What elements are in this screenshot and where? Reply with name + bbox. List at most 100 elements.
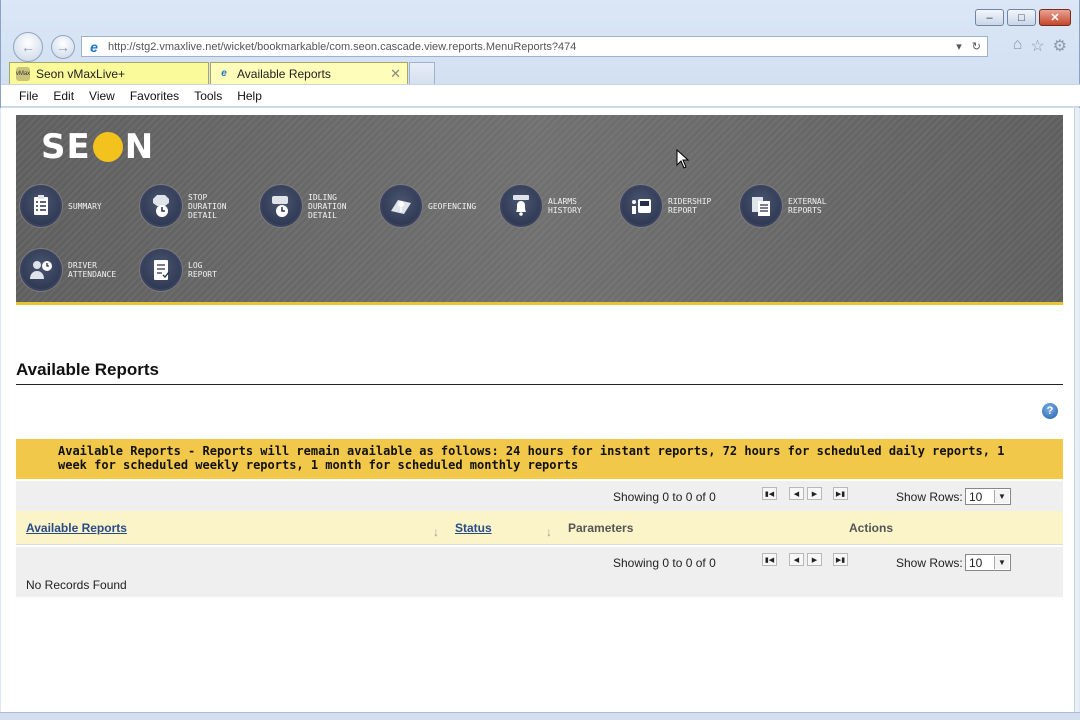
report-ridership-report[interactable]: RIDERSHIP REPORT <box>620 185 728 227</box>
column-status[interactable]: Status <box>455 521 492 535</box>
column-available-reports[interactable]: Available Reports <box>26 521 127 535</box>
column-actions: Actions <box>849 521 894 535</box>
rider-bus-icon <box>620 185 662 227</box>
url-text[interactable]: http://stg2.vmaxlive.net/wicket/bookmark… <box>108 41 576 53</box>
address-bar-controls: ▾ ↻ <box>956 40 987 53</box>
ie-page-icon: e <box>90 38 98 55</box>
new-tab-button[interactable] <box>409 62 435 84</box>
report-external-reports[interactable]: EXTERNAL REPORTS <box>740 185 848 227</box>
dropdown-arrow-icon[interactable]: ▾ <box>956 40 962 53</box>
report-stop-duration-detail[interactable]: STOP DURATION DETAIL <box>140 185 248 227</box>
forward-button[interactable]: → <box>51 35 75 59</box>
back-arrow-icon: ← <box>21 39 35 55</box>
table-header: Available Reports ↓ Status ↓ Parameters … <box>16 511 1063 545</box>
report-label: ALARMS HISTORY <box>548 197 582 215</box>
first-page-button[interactable]: ▮◀ <box>762 553 777 566</box>
report-geofencing[interactable]: GEOFENCING <box>380 185 488 227</box>
home-icon[interactable]: ⌂ <box>1013 36 1023 56</box>
menu-file[interactable]: File <box>19 89 38 103</box>
logo-text-left: SE <box>41 127 91 167</box>
seon-logo[interactable]: SE N <box>41 127 155 167</box>
report-idling-duration-detail[interactable]: IDLING DURATION DETAIL <box>260 185 368 227</box>
report-label: SUMMARY <box>68 201 102 211</box>
retention-notice: Available Reports - Reports will remain … <box>16 439 1063 479</box>
vmax-favicon-icon: vMax <box>16 66 30 81</box>
report-alarms-history[interactable]: ALARMS HISTORY <box>500 185 608 227</box>
show-rows-label: Show Rows: <box>896 490 963 504</box>
menu-view[interactable]: View <box>89 89 115 103</box>
ie-favicon-icon: e <box>221 68 227 79</box>
driver-clock-icon <box>20 249 62 291</box>
browser-toolbar-icons: ⌂ ☆ ⚙ <box>1013 36 1067 56</box>
menu-favorites[interactable]: Favorites <box>130 89 179 103</box>
empty-state-text: No Records Found <box>26 578 127 592</box>
scrollbar[interactable] <box>1074 108 1079 712</box>
sort-arrow-icon[interactable]: ↓ <box>433 525 439 539</box>
rows-per-page-select[interactable]: 10 ▼ <box>965 554 1011 571</box>
stop-clock-icon <box>140 185 182 227</box>
mouse-cursor-icon <box>676 149 690 169</box>
report-label: EXTERNAL REPORTS <box>788 197 827 215</box>
next-page-button[interactable]: ▶ <box>807 553 822 566</box>
bus-clock-icon <box>260 185 302 227</box>
report-label: DRIVER ATTENDANCE <box>68 261 117 279</box>
close-tab-icon[interactable]: ✕ <box>390 66 401 82</box>
menu-bar: File Edit View Favorites Tools Help <box>1 84 1080 107</box>
menu-edit[interactable]: Edit <box>53 89 74 103</box>
report-label: IDLING DURATION DETAIL <box>308 192 347 220</box>
browser-chrome: – □ ✕ ← → e http://stg2.vmaxlive.net/wic… <box>0 0 1080 108</box>
next-page-button[interactable]: ▶ <box>807 487 822 500</box>
close-window-button[interactable]: ✕ <box>1039 9 1071 26</box>
report-log-report[interactable]: LOG REPORT <box>140 249 248 291</box>
favorites-star-icon[interactable]: ☆ <box>1030 36 1044 56</box>
title-divider <box>16 384 1063 385</box>
header-banner: SE N SUMMARY STOP DURATION DETAIL IDLING … <box>16 115 1063 305</box>
chevron-down-icon: ▼ <box>994 490 1009 503</box>
last-page-button[interactable]: ▶▮ <box>833 487 848 500</box>
tab-available-reports[interactable]: e Available Reports ✕ <box>210 62 408 84</box>
page-content: SE N SUMMARY STOP DURATION DETAIL IDLING … <box>1 108 1074 712</box>
report-label: STOP DURATION DETAIL <box>188 192 227 220</box>
tab-seon-vmaxlive[interactable]: vMax Seon vMaxLive+ <box>9 62 209 84</box>
show-rows-label: Show Rows: <box>896 556 963 570</box>
back-button[interactable]: ← <box>13 32 43 62</box>
minimize-button[interactable]: – <box>975 9 1004 26</box>
tab-label: Available Reports <box>237 66 331 81</box>
log-document-icon <box>140 249 182 291</box>
report-label: RIDERSHIP REPORT <box>668 197 712 215</box>
report-driver-attendance[interactable]: DRIVER ATTENDANCE <box>20 249 128 291</box>
bell-icon <box>500 185 542 227</box>
report-summary[interactable]: SUMMARY <box>20 185 128 227</box>
tab-label: Seon vMaxLive+ <box>36 66 126 81</box>
last-page-button[interactable]: ▶▮ <box>833 553 848 566</box>
menu-help[interactable]: Help <box>237 89 262 103</box>
documents-icon <box>740 185 782 227</box>
logo-text-right: N <box>124 127 155 167</box>
sort-arrow-icon[interactable]: ↓ <box>546 525 552 539</box>
address-bar[interactable]: e http://stg2.vmaxlive.net/wicket/bookma… <box>81 36 988 57</box>
column-parameters: Parameters <box>568 521 634 535</box>
report-label: LOG REPORT <box>188 261 217 279</box>
map-pin-icon <box>380 185 422 227</box>
showing-count: Showing 0 to 0 of 0 <box>613 556 716 570</box>
forward-arrow-icon: → <box>56 39 70 55</box>
rows-per-page-select[interactable]: 10 ▼ <box>965 488 1011 505</box>
gear-icon[interactable]: ⚙ <box>1053 36 1067 56</box>
menu-tools[interactable]: Tools <box>194 89 222 103</box>
report-label: GEOFENCING <box>428 201 477 211</box>
tab-strip: vMax Seon vMaxLive+ e Available Reports … <box>9 62 436 84</box>
clipboard-checklist-icon <box>20 185 62 227</box>
window-controls: – □ ✕ <box>975 9 1071 26</box>
rows-value: 10 <box>969 555 983 570</box>
first-page-button[interactable]: ▮◀ <box>762 487 777 500</box>
chevron-down-icon: ▼ <box>994 556 1009 569</box>
pager-bottom: Showing 0 to 0 of 0 ▮◀ ◀ ▶ ▶▮ Show Rows:… <box>16 547 1063 597</box>
refresh-icon[interactable]: ↻ <box>972 40 981 53</box>
previous-page-button[interactable]: ◀ <box>789 487 804 500</box>
previous-page-button[interactable]: ◀ <box>789 553 804 566</box>
showing-count: Showing 0 to 0 of 0 <box>613 490 716 504</box>
help-icon[interactable]: ? <box>1042 403 1058 419</box>
page-title: Available Reports <box>16 360 159 379</box>
pager-top: Showing 0 to 0 of 0 ▮◀ ◀ ▶ ▶▮ Show Rows:… <box>16 481 1063 511</box>
maximize-button[interactable]: □ <box>1007 9 1036 26</box>
